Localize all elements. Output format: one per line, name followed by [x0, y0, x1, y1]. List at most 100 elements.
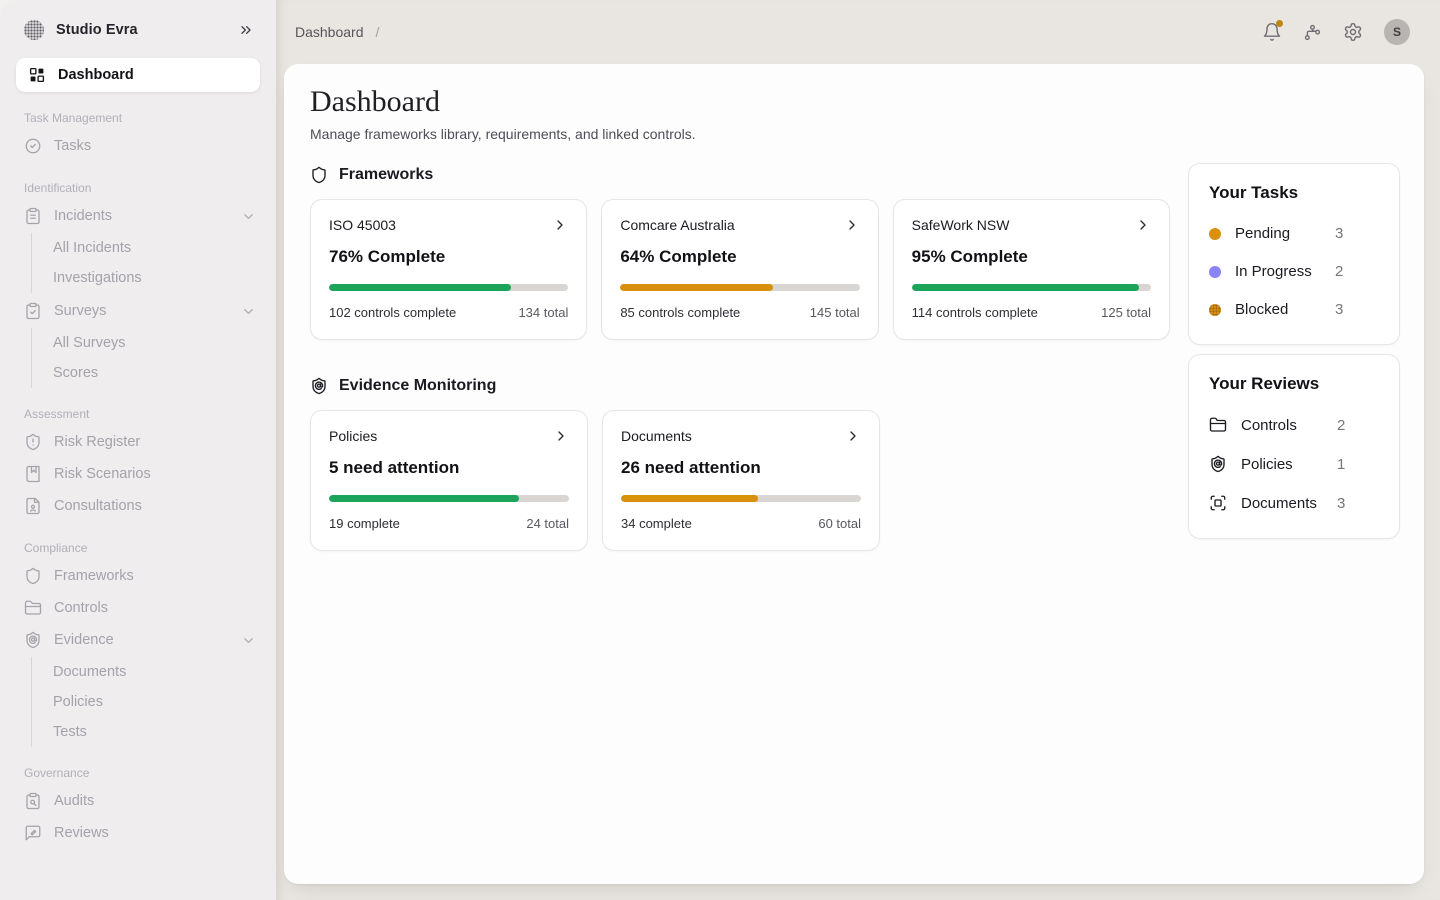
sidebar-item-tasks[interactable]: Tasks — [0, 130, 276, 162]
sidebar-item-dashboard[interactable]: Dashboard — [16, 58, 260, 92]
framework-card-comcare-australia[interactable]: Comcare Australia 64% Complete 85 contro… — [601, 199, 879, 340]
message-edit-icon — [25, 825, 41, 841]
sidebar-item-label: Frameworks — [54, 568, 134, 584]
card-title: Comcare Australia — [620, 217, 735, 233]
user-avatar[interactable]: S — [1384, 19, 1410, 45]
review-label: Policies — [1241, 455, 1293, 473]
framework-card-safework-nsw[interactable]: SafeWork NSW 95% Complete 114 controls c… — [892, 199, 1170, 340]
sidebar-item-incidents[interactable]: Incidents — [0, 200, 276, 232]
topbar-actions: S — [1262, 19, 1410, 45]
dashboard-left-column: Frameworks ISO 45003 76% Complete 102 co… — [310, 163, 1170, 551]
sidebar-item-surveys[interactable]: Surveys — [0, 295, 276, 327]
breadcrumb[interactable]: Dashboard — [295, 24, 364, 40]
task-label: In Progress — [1235, 263, 1312, 280]
dashboard-right-column: Your Tasks Pending 3 In Progress 2 Block… — [1188, 163, 1400, 551]
dashboard-grid-icon — [29, 67, 45, 83]
card-complete-count: 19 complete — [329, 516, 400, 531]
review-row-policies: Policies 1 — [1209, 455, 1379, 473]
sidebar-item-label: Audits — [54, 793, 95, 809]
sidebar-item-reviews[interactable]: Reviews — [0, 817, 276, 849]
sidebar-item-consultations[interactable]: Consultations — [0, 490, 276, 522]
chevron-right-icon[interactable] — [845, 428, 861, 444]
main-area: Dashboard / S Dashboard Manage framework… — [276, 0, 1440, 900]
sidebar-item-risk-register[interactable]: Risk Register — [0, 426, 276, 458]
sidebar-item-label: Tasks — [54, 138, 92, 154]
in-progress-status-dot — [1209, 265, 1221, 278]
review-label: Controls — [1241, 416, 1297, 434]
card-complete-count: 114 controls complete — [911, 305, 1038, 320]
sidebar-collapse-button[interactable] — [238, 22, 254, 38]
sidebar-item-label: Risk Register — [54, 434, 141, 450]
sidebar-item-label: Surveys — [54, 303, 107, 319]
frameworks-section-header: Frameworks — [310, 166, 1170, 184]
card-total-count: 125 total — [1101, 305, 1151, 320]
framework-card-iso-45003[interactable]: ISO 45003 76% Complete 102 controls comp… — [310, 199, 588, 340]
sidebar-item-risk-scenarios[interactable]: Risk Scenarios — [0, 458, 276, 490]
sidebar-item-documents[interactable]: Documents — [32, 657, 276, 687]
breadcrumb-separator: / — [375, 24, 380, 40]
sidebar-section-compliance: Compliance — [24, 541, 88, 555]
sidebar-item-evidence[interactable]: Evidence — [0, 624, 276, 656]
sidebar-item-tests[interactable]: Tests — [32, 717, 276, 747]
progress-bar — [621, 495, 861, 502]
sidebar-item-audits[interactable]: Audits — [0, 785, 276, 817]
chevron-down-icon — [244, 637, 253, 643]
chevron-right-icon[interactable] — [844, 217, 860, 233]
card-total-count: 145 total — [809, 305, 860, 320]
progress-fill — [329, 284, 511, 291]
review-row-controls: Controls 2 — [1209, 416, 1379, 434]
file-user-icon — [26, 497, 40, 515]
workspace-name: Studio Evra — [56, 22, 138, 38]
sidebar-item-label: Reviews — [54, 825, 109, 841]
shield-alert-icon — [26, 433, 40, 451]
evidence-section-header: Evidence Monitoring — [310, 377, 1170, 395]
progress-fill — [620, 284, 774, 291]
task-row-in-progress: In Progress 2 — [1209, 263, 1379, 280]
sidebar-item-label: Controls — [54, 600, 108, 616]
card-headline: 5 need attention — [329, 458, 460, 477]
incidents-subgroup: All Incidents Investigations — [31, 233, 276, 293]
shield-icon — [312, 166, 326, 184]
evidence-card-documents[interactable]: Documents 26 need attention 34 complete 6… — [602, 410, 880, 551]
check-circle-icon — [25, 138, 41, 154]
card-total-count: 134 total — [518, 305, 569, 320]
progress-bar — [620, 284, 860, 291]
section-title: Frameworks — [339, 166, 434, 183]
progress-bar — [329, 284, 569, 291]
task-row-blocked: Blocked 3 — [1209, 301, 1379, 318]
chevron-right-icon[interactable] — [553, 428, 569, 444]
progress-bar — [911, 284, 1151, 291]
chevron-down-icon — [244, 213, 253, 219]
evidence-card-policies[interactable]: Policies 5 need attention 19 complete 24 … — [310, 410, 588, 551]
card-headline: 76% Complete — [329, 247, 446, 266]
chevrons-right-icon — [241, 25, 251, 34]
clipboard-search-icon — [26, 792, 40, 810]
card-title: Documents — [621, 428, 692, 444]
workspace-logo-icon — [24, 20, 44, 40]
card-headline: 64% Complete — [620, 247, 737, 266]
shield-icon — [26, 567, 40, 585]
clipboard-list-icon — [26, 207, 40, 225]
sidebar-item-label: Dashboard — [58, 67, 134, 83]
chevron-right-icon[interactable] — [552, 217, 568, 233]
settings-button[interactable] — [1343, 22, 1363, 42]
sidebar-item-controls[interactable]: Controls — [0, 592, 276, 624]
card-headline: 26 need attention — [621, 458, 761, 477]
sidebar-item-all-surveys[interactable]: All Surveys — [32, 328, 276, 358]
sidebar-item-policies[interactable]: Policies — [32, 687, 276, 717]
notifications-button[interactable] — [1262, 20, 1283, 42]
review-label: Documents — [1241, 494, 1317, 512]
integrations-button[interactable] — [1303, 23, 1322, 42]
sidebar-item-all-incidents[interactable]: All Incidents — [32, 233, 276, 263]
scan-frame-icon — [1209, 494, 1227, 512]
page-title: Dashboard — [310, 85, 440, 118]
sidebar-item-scores[interactable]: Scores — [32, 358, 276, 388]
sidebar-item-frameworks[interactable]: Frameworks — [0, 560, 276, 592]
sidebar: Studio Evra Dashboard Task Management Ta… — [0, 0, 276, 900]
chevron-right-icon[interactable] — [1135, 217, 1151, 233]
progress-fill — [911, 284, 1140, 291]
clipboard-check-icon — [26, 302, 40, 320]
sidebar-item-label: Risk Scenarios — [54, 466, 151, 482]
sidebar-item-investigations[interactable]: Investigations — [32, 263, 276, 293]
